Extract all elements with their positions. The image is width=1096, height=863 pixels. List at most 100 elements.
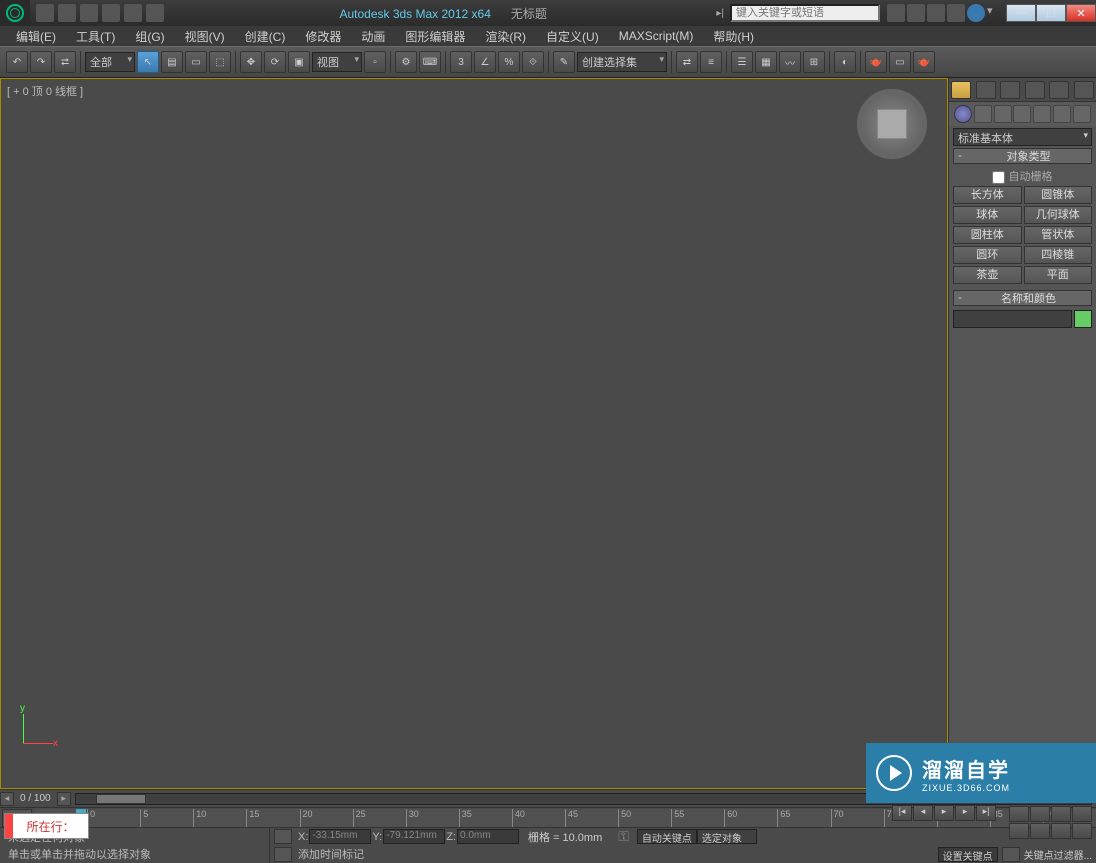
set-key-button[interactable]: 设置关键点	[938, 847, 998, 862]
add-time-tag[interactable]: 添加时间标记	[292, 846, 364, 862]
select-object-button[interactable]: ↖	[137, 51, 159, 73]
undo-icon[interactable]	[102, 4, 120, 22]
cat-systems[interactable]	[1073, 105, 1091, 123]
graphite-button[interactable]: ▦	[755, 51, 777, 73]
menu-animation[interactable]: 动画	[351, 26, 395, 47]
x-coord-input[interactable]: -33.15mm	[309, 829, 371, 844]
menu-maxscript[interactable]: MAXScript(M)	[609, 27, 704, 45]
obj-cone-button[interactable]: 圆锥体	[1024, 186, 1093, 204]
menu-tools[interactable]: 工具(T)	[66, 26, 125, 47]
obj-cylinder-button[interactable]: 圆柱体	[953, 226, 1022, 244]
tab-motion[interactable]	[1025, 81, 1045, 99]
trackbar-right-icon[interactable]: ▸	[57, 792, 71, 806]
menu-help[interactable]: 帮助(H)	[703, 26, 764, 47]
redo-button[interactable]: ↷	[30, 51, 52, 73]
mirror-button[interactable]: ⇄	[676, 51, 698, 73]
close-button[interactable]: ✕	[1066, 4, 1096, 22]
curve-editor-button[interactable]: 〰	[779, 51, 801, 73]
favorites-icon[interactable]	[947, 4, 965, 22]
percent-snap-button[interactable]: %	[498, 51, 520, 73]
z-coord-input[interactable]: 0.0mm	[457, 829, 519, 844]
next-frame-button[interactable]: ▸	[955, 805, 975, 821]
render-setup-button[interactable]: 🫖	[865, 51, 887, 73]
obj-tube-button[interactable]: 管状体	[1024, 226, 1093, 244]
pivot-center-button[interactable]: ▫	[364, 51, 386, 73]
goto-start-button[interactable]: |◂	[892, 805, 912, 821]
zoom-extents-button[interactable]	[1051, 806, 1071, 822]
help-icon[interactable]	[967, 4, 985, 22]
category-combo[interactable]: 标准基本体	[953, 128, 1092, 146]
menu-create[interactable]: 创建(C)	[235, 26, 296, 47]
search-icon[interactable]	[887, 4, 905, 22]
obj-teapot-button[interactable]: 茶壶	[953, 266, 1022, 284]
align-button[interactable]: ≡	[700, 51, 722, 73]
select-rotate-button[interactable]: ⟳	[264, 51, 286, 73]
minimize-button[interactable]: —	[1006, 4, 1036, 22]
save-icon[interactable]	[80, 4, 98, 22]
orbit-button[interactable]	[1051, 823, 1071, 839]
cat-shapes[interactable]	[974, 105, 992, 123]
render-frame-button[interactable]: ▭	[889, 51, 911, 73]
goto-end-button[interactable]: ▸|	[976, 805, 996, 821]
prev-frame-button[interactable]: ◂	[913, 805, 933, 821]
script-listener-icon[interactable]	[274, 847, 292, 862]
obj-plane-button[interactable]: 平面	[1024, 266, 1093, 284]
select-move-button[interactable]: ✥	[240, 51, 262, 73]
open-icon[interactable]	[58, 4, 76, 22]
undo-button[interactable]: ↶	[6, 51, 28, 73]
cat-spacewarps[interactable]	[1053, 105, 1071, 123]
qat-dropdown-icon[interactable]	[146, 4, 164, 22]
selection-filter-combo[interactable]: 全部	[85, 52, 135, 72]
select-scale-button[interactable]: ▣	[288, 51, 310, 73]
obj-torus-button[interactable]: 圆环	[953, 246, 1022, 264]
fov-button[interactable]	[1009, 823, 1029, 839]
key-filters-button[interactable]: 关键点过滤器...	[1020, 847, 1096, 862]
obj-sphere-button[interactable]: 球体	[953, 206, 1022, 224]
zoom-extents-all-button[interactable]	[1072, 806, 1092, 822]
autogrid-checkbox[interactable]: 自动栅格	[949, 166, 1096, 186]
schematic-view-button[interactable]: ⊞	[803, 51, 825, 73]
tab-create[interactable]	[951, 81, 971, 99]
new-icon[interactable]	[36, 4, 54, 22]
key-mode-icon[interactable]: ⚿	[610, 828, 637, 845]
obj-geosphere-button[interactable]: 几何球体	[1024, 206, 1093, 224]
key-filter-icon[interactable]	[1002, 847, 1020, 862]
render-button[interactable]: 🫖	[913, 51, 935, 73]
spinner-snap-button[interactable]: ⟐	[522, 51, 544, 73]
tab-display[interactable]	[1049, 81, 1069, 99]
subscription-icon[interactable]	[907, 4, 925, 22]
play-button[interactable]: ▸	[934, 805, 954, 821]
viewcube[interactable]	[857, 89, 927, 159]
viewport-label[interactable]: [ + 0 顶 0 线框 ]	[7, 83, 83, 99]
trackbar-left-icon[interactable]: ◂	[0, 792, 14, 806]
layer-manager-button[interactable]: ☰	[731, 51, 753, 73]
cat-geometry[interactable]	[954, 105, 972, 123]
keyboard-shortcut-button[interactable]: ⌨	[419, 51, 441, 73]
viewport-top[interactable]: [ + 0 顶 0 线框 ] y x	[0, 78, 948, 789]
cat-lights[interactable]	[994, 105, 1012, 123]
menu-modifiers[interactable]: 修改器	[295, 26, 351, 47]
ref-coord-combo[interactable]: 视图	[312, 52, 362, 72]
tab-modify[interactable]	[976, 81, 996, 99]
menu-customize[interactable]: 自定义(U)	[536, 26, 609, 47]
help-dropdown-icon[interactable]: ▾	[987, 4, 997, 22]
menu-views[interactable]: 视图(V)	[175, 26, 235, 47]
zoom-all-button[interactable]	[1030, 806, 1050, 822]
named-sel-combo[interactable]: 创建选择集	[577, 52, 667, 72]
rollout-name-color[interactable]: -名称和颜色	[953, 290, 1092, 306]
maximize-button[interactable]: ☐	[1036, 4, 1066, 22]
object-color-swatch[interactable]	[1074, 310, 1092, 328]
tab-utilities[interactable]	[1074, 81, 1094, 99]
menu-edit[interactable]: 编辑(E)	[6, 26, 66, 47]
rollout-object-type[interactable]: -对象类型	[953, 148, 1092, 164]
key-target-combo[interactable]: 选定对象	[697, 829, 757, 844]
obj-pyramid-button[interactable]: 四棱锥	[1024, 246, 1093, 264]
redo-icon[interactable]	[124, 4, 142, 22]
selection-lock-icon[interactable]	[274, 829, 292, 844]
tab-hierarchy[interactable]	[1000, 81, 1020, 99]
y-coord-input[interactable]: -79.121mm	[383, 829, 445, 844]
window-crossing-button[interactable]: ⬚	[209, 51, 231, 73]
link-button[interactable]: ⮂	[54, 51, 76, 73]
zoom-button[interactable]	[1009, 806, 1029, 822]
cat-cameras[interactable]	[1013, 105, 1031, 123]
